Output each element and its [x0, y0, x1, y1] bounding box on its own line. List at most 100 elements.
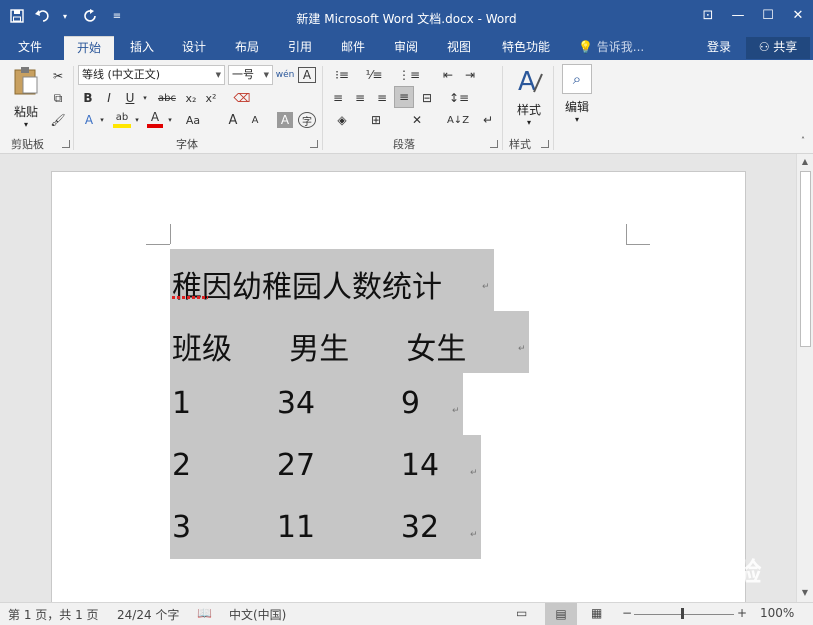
language-indicator[interactable]: 中文(中国) [229, 606, 286, 623]
distributed-icon[interactable]: ⊟ [418, 88, 436, 108]
shading-icon[interactable]: ◈ [330, 110, 354, 130]
tab-mailings[interactable]: 邮件 [331, 36, 375, 60]
collapse-ribbon-icon[interactable]: ˄ [796, 130, 810, 150]
zoom-in-icon[interactable]: + [737, 606, 747, 620]
increase-indent-icon[interactable]: ⇥ [460, 65, 480, 85]
scroll-up-icon[interactable]: ▲ [797, 154, 813, 170]
italic-button[interactable]: I [101, 88, 117, 108]
tab-insert[interactable]: 插入 [120, 36, 164, 60]
document-area: 稚因幼稚园人数统计 ↵ 班级 男生 女生 ↵ 1 34 9 ↵ 2 27 14 … [0, 154, 796, 602]
vertical-scrollbar[interactable]: ▲ ▼ [796, 154, 813, 602]
font-color-button[interactable]: A [147, 110, 163, 128]
font-size-select[interactable]: 一号 ▼ [228, 65, 273, 85]
margin-mark [626, 244, 650, 245]
tab-layout[interactable]: 布局 [225, 36, 269, 60]
zoom-slider-track[interactable] [634, 614, 734, 615]
underline-dropdown-icon[interactable]: ▾ [140, 88, 150, 108]
chinese-layout-icon[interactable]: ✕ [404, 110, 430, 130]
word-count[interactable]: 24/24 个字 [117, 606, 179, 623]
align-right-icon[interactable]: ≡ [374, 88, 390, 108]
highlight-color-button[interactable]: ab [113, 110, 131, 128]
tab-special-features[interactable]: 特色功能 [496, 36, 556, 60]
character-border-button[interactable]: A [298, 67, 316, 83]
styles-button[interactable]: A 样式 ▾ [509, 66, 549, 130]
web-layout-icon[interactable]: ▦ [591, 606, 602, 620]
editing-button[interactable]: ⌕ 编辑 ▾ [560, 64, 594, 128]
grow-font-button[interactable]: A [226, 110, 240, 130]
font-name-value: 等线 (中文正文) [82, 68, 161, 81]
read-mode-icon[interactable]: ▭ [516, 606, 527, 620]
tell-me-box[interactable]: 💡 告诉我... [578, 36, 644, 60]
tab-references[interactable]: 引用 [278, 36, 322, 60]
data-line[interactable]: 2 27 14 [172, 448, 439, 483]
bullets-icon[interactable]: ⁝≡ [330, 65, 354, 85]
tab-design[interactable]: 设计 [172, 36, 216, 60]
tab-home[interactable]: 开始 [64, 36, 114, 60]
character-shading-button[interactable]: A [277, 112, 293, 128]
superscript-button[interactable]: x² [202, 88, 220, 108]
tab-file[interactable]: 文件 [8, 36, 52, 60]
align-left-icon[interactable]: ≡ [330, 88, 346, 108]
tab-view[interactable]: 视图 [437, 36, 481, 60]
font-color-dropdown-icon[interactable]: ▾ [166, 110, 174, 130]
change-case-button[interactable]: Aa [182, 110, 204, 130]
ribbon-display-options-icon[interactable]: ⊡ [693, 0, 723, 30]
underline-button[interactable]: U [122, 88, 138, 108]
zoom-slider-thumb[interactable] [681, 608, 684, 619]
document-title-line[interactable]: 稚因幼稚园人数统计 [172, 262, 442, 306]
highlight-dropdown-icon[interactable]: ▾ [133, 110, 141, 130]
find-icon: ⌕ [562, 64, 592, 94]
table-header-line[interactable]: 班级 男生 女生 [172, 324, 466, 368]
decrease-indent-icon[interactable]: ⇤ [438, 65, 458, 85]
margin-mark [170, 224, 171, 244]
paragraph-launcher-icon[interactable] [490, 140, 498, 148]
tab-review[interactable]: 审阅 [384, 36, 428, 60]
format-painter-icon[interactable]: 🖌 [48, 110, 68, 130]
data-line[interactable]: 1 34 9 [172, 386, 420, 421]
zoom-level[interactable]: 100% [760, 606, 794, 620]
paragraph-group-label: 段落 [393, 138, 415, 151]
font-launcher-icon[interactable] [310, 140, 318, 148]
watermark-brand: Baidu经验 [620, 558, 763, 588]
numbering-icon[interactable]: ⅟≡ [362, 65, 386, 85]
user-icon: ⚇ [758, 40, 770, 54]
font-name-select[interactable]: 等线 (中文正文) ▼ [78, 65, 225, 85]
document-page[interactable]: 稚因幼稚园人数统计 ↵ 班级 男生 女生 ↵ 1 34 9 ↵ 2 27 14 … [51, 171, 746, 602]
multilevel-list-icon[interactable]: ⋮≡ [396, 65, 422, 85]
sign-in-link[interactable]: 登录 [707, 36, 731, 58]
share-button[interactable]: ⚇ 共享 [746, 37, 810, 59]
text-effects-dropdown-icon[interactable]: ▾ [98, 110, 106, 130]
maximize-button[interactable]: ☐ [753, 0, 783, 30]
sort-icon[interactable]: A↓Z [447, 110, 469, 130]
paragraph-mark: ↵ [518, 344, 526, 354]
proofing-icon[interactable]: 📖 [197, 606, 212, 620]
justify-icon[interactable]: ≡ [394, 86, 414, 108]
clipboard-launcher-icon[interactable] [62, 140, 70, 148]
subscript-button[interactable]: x₂ [182, 88, 200, 108]
strikethrough-button[interactable]: abc [156, 88, 178, 108]
cut-icon[interactable]: ✂ [48, 66, 68, 86]
zoom-out-icon[interactable]: − [622, 606, 632, 620]
print-layout-icon[interactable]: ▤ [545, 603, 577, 625]
clear-formatting-icon[interactable]: ⌫ [232, 88, 252, 108]
title-bar: ▾ ≡ 新建 Microsoft Word 文档.docx - Word ⊡ —… [0, 0, 813, 36]
scroll-thumb[interactable] [800, 171, 811, 347]
borders-icon[interactable]: ⊞ [364, 110, 388, 130]
copy-icon[interactable]: ⧉ [48, 88, 68, 108]
minimize-button[interactable]: — [723, 0, 753, 30]
enclose-characters-button[interactable]: 字 [298, 112, 316, 128]
data-line[interactable]: 3 11 32 [172, 510, 439, 545]
bold-button[interactable]: B [80, 88, 96, 108]
styles-launcher-icon[interactable] [541, 140, 549, 148]
text-effects-button[interactable]: A [80, 110, 98, 130]
shrink-font-button[interactable]: A [248, 110, 262, 130]
page-count[interactable]: 第 1 页，共 1 页 [8, 606, 99, 623]
scroll-down-icon[interactable]: ▼ [797, 585, 813, 601]
align-center-icon[interactable]: ≡ [352, 88, 368, 108]
close-button[interactable]: ✕ [783, 0, 813, 30]
show-hide-marks-icon[interactable]: ↵ [478, 110, 498, 130]
phonetic-guide-button[interactable]: wén [276, 65, 295, 85]
paste-button[interactable]: 粘贴 ▾ [8, 66, 44, 129]
chevron-down-icon: ▼ [215, 71, 221, 79]
line-spacing-icon[interactable]: ↕≡ [446, 88, 472, 108]
